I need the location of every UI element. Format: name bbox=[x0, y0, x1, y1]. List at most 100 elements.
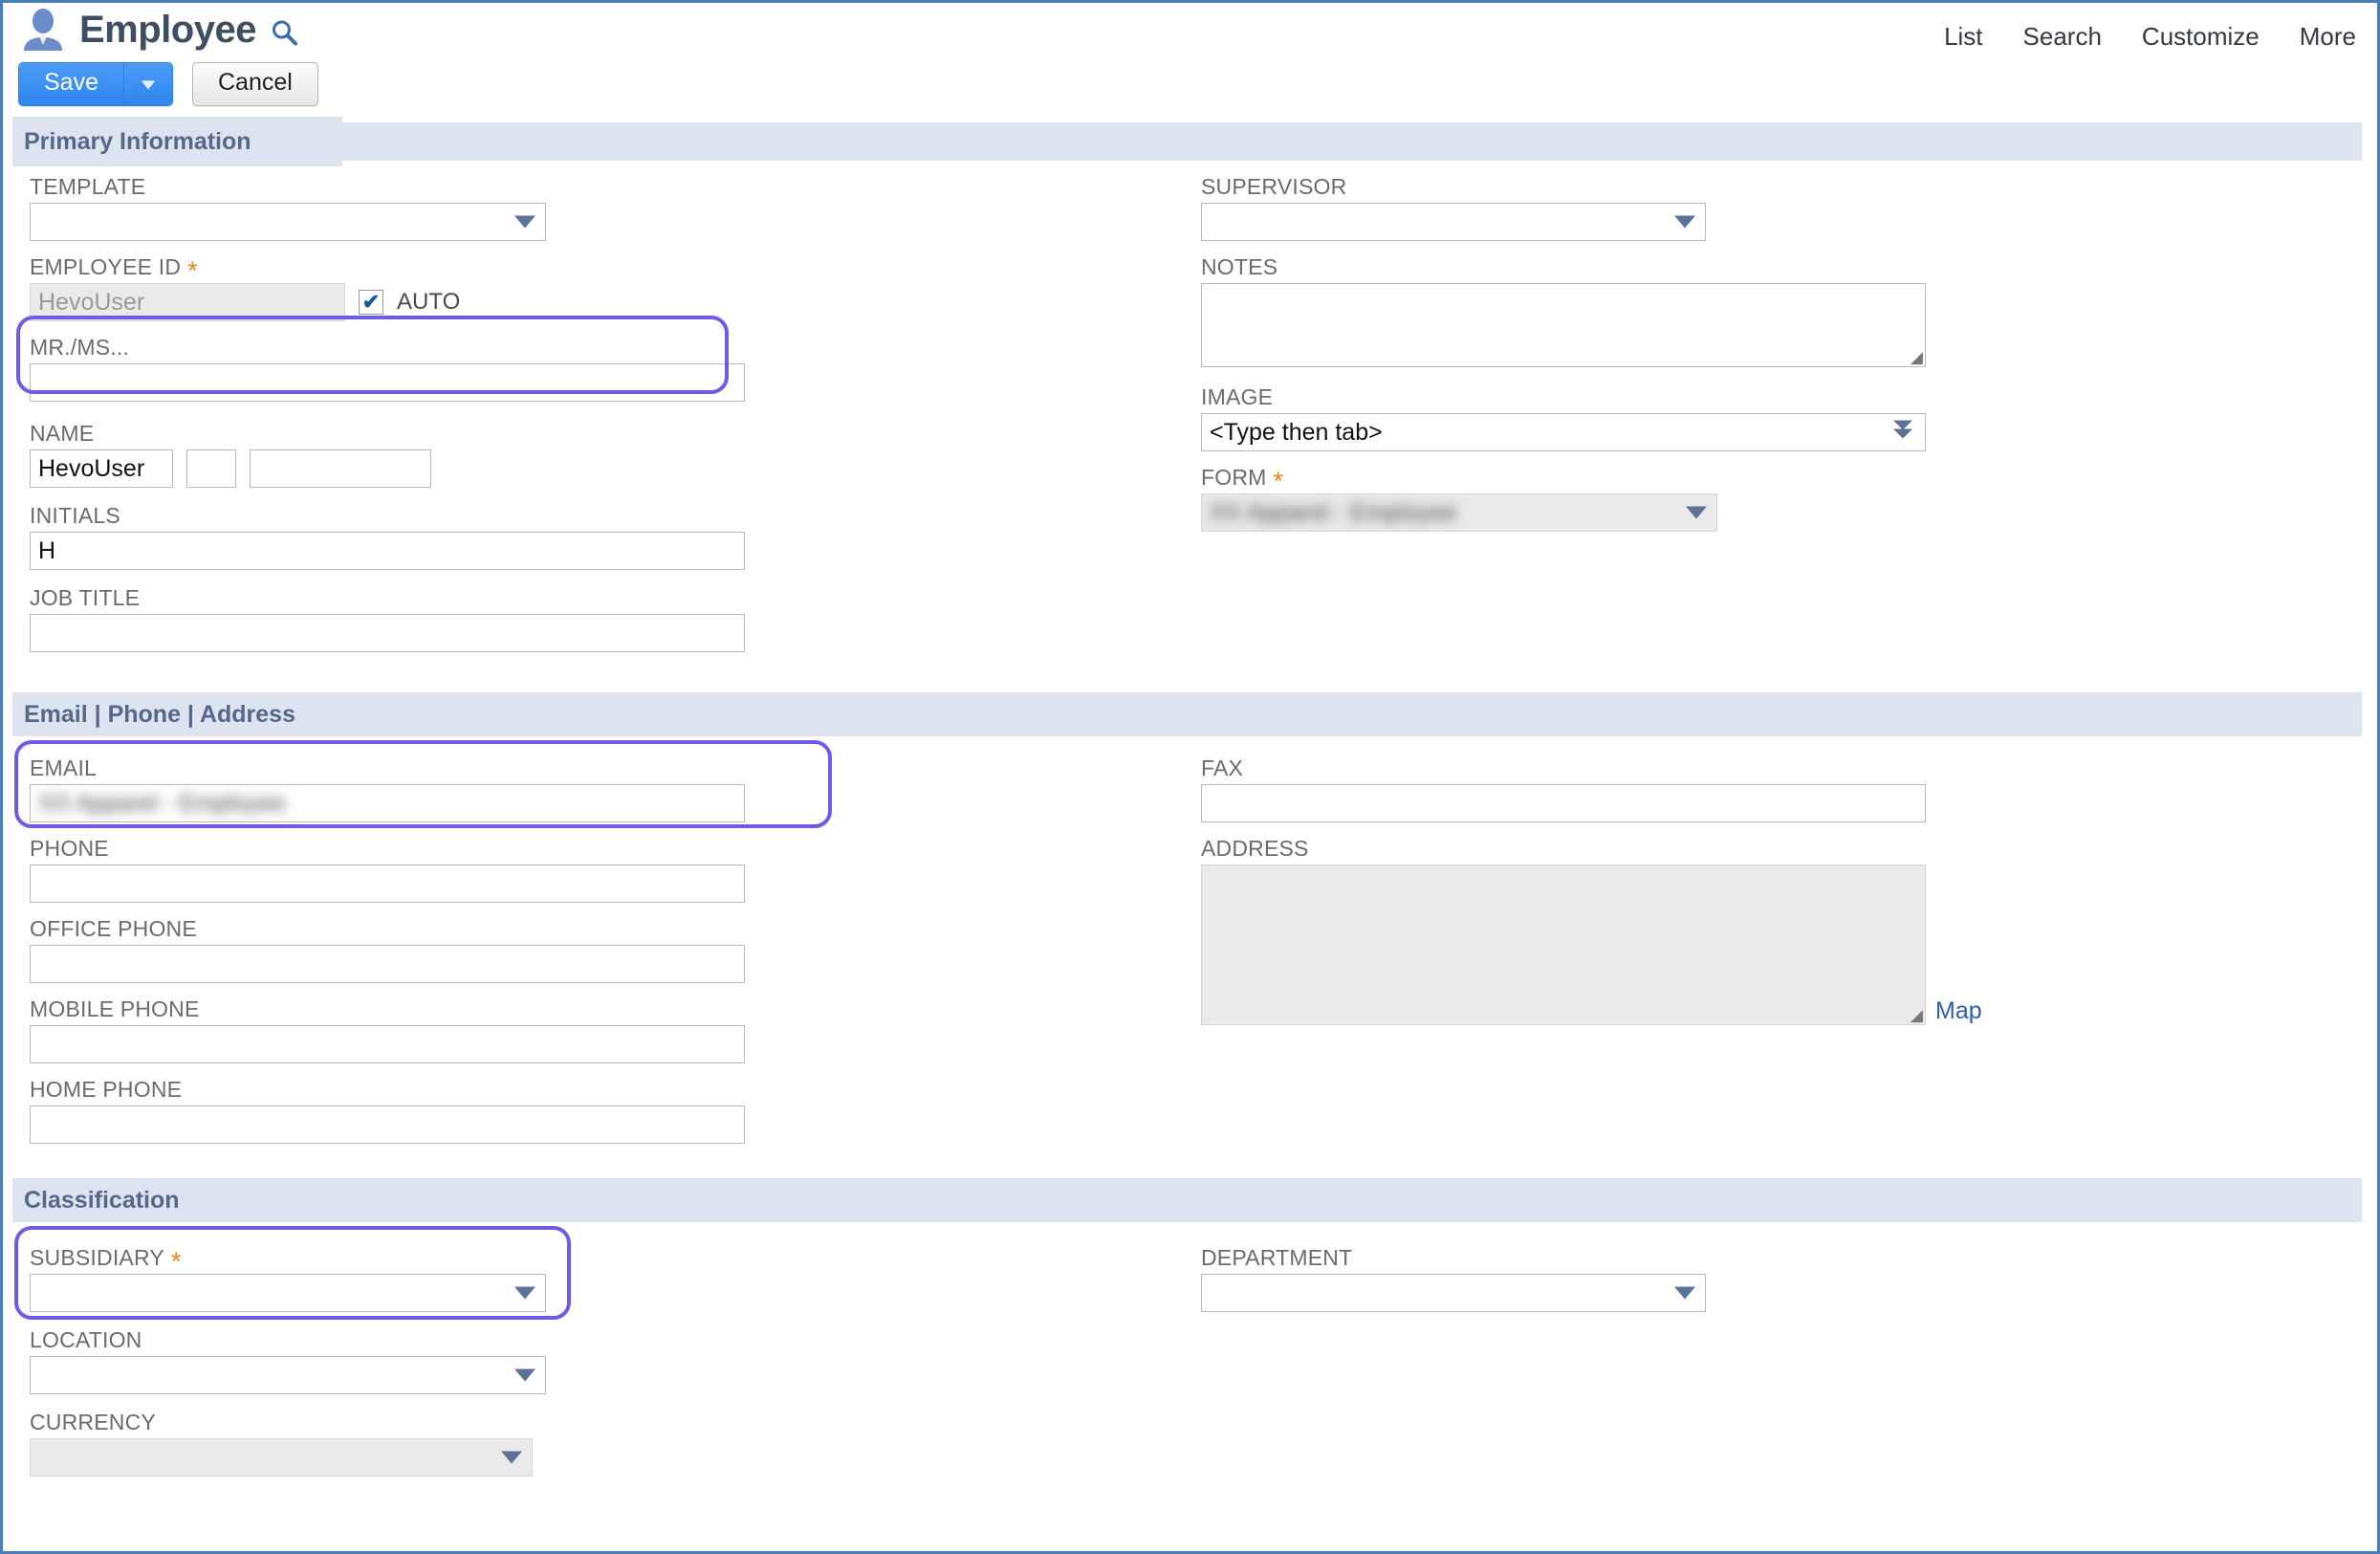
classification-left-column: SUBSIDIARY * LOCATION CURRENCY bbox=[3, 1222, 1189, 1490]
employee-id-field: EMPLOYEE ID * HevoUser ✔ AUTO bbox=[30, 254, 1189, 321]
classification-band: Classification bbox=[12, 1178, 2362, 1222]
department-field: DEPARTMENT bbox=[1201, 1245, 2336, 1312]
contact-band: Email | Phone | Address bbox=[12, 692, 2362, 736]
phone-input[interactable] bbox=[30, 865, 745, 903]
name-label: NAME bbox=[30, 421, 95, 446]
search-icon[interactable] bbox=[270, 18, 298, 47]
notes-textarea[interactable]: ◢ bbox=[1201, 283, 1926, 367]
name-first-input[interactable]: HevoUser bbox=[30, 449, 173, 488]
home-phone-label: HOME PHONE bbox=[30, 1077, 183, 1102]
mobile-phone-label: MOBILE PHONE bbox=[30, 996, 200, 1021]
name-first-value: HevoUser bbox=[38, 454, 145, 482]
name-middle-input[interactable] bbox=[186, 449, 236, 488]
mobile-phone-input[interactable] bbox=[30, 1025, 745, 1063]
currency-label: CURRENCY bbox=[30, 1410, 156, 1434]
subsidiary-label: SUBSIDIARY * bbox=[30, 1245, 182, 1277]
mr-ms-label: MR./MS... bbox=[30, 335, 130, 360]
primary-information-section-header: Primary Information bbox=[3, 117, 2377, 166]
template-select[interactable] bbox=[30, 203, 546, 241]
fax-label: FAX bbox=[1201, 755, 1244, 780]
map-link[interactable]: Map bbox=[1935, 997, 1982, 1025]
name-last-input[interactable] bbox=[250, 449, 431, 488]
nav-item-list[interactable]: List bbox=[1944, 22, 1982, 52]
image-input[interactable]: <Type then tab> bbox=[1201, 413, 1926, 451]
primary-information-title: Primary Information bbox=[24, 127, 251, 155]
employee-record-page: Employee Save Cancel List Search Customi… bbox=[0, 0, 2380, 1554]
name-field: NAME HevoUser bbox=[30, 421, 1189, 488]
form-select: XX Apparel - Employee bbox=[1201, 493, 1717, 532]
action-button-row: Save Cancel bbox=[18, 62, 318, 106]
classification-right-column: DEPARTMENT bbox=[1189, 1222, 2336, 1490]
nav-item-search[interactable]: Search bbox=[2023, 22, 2102, 52]
contact-section-body: EMAIL XX Apparel - Employee PHONE OFFICE… bbox=[3, 736, 2377, 1157]
currency-select bbox=[30, 1438, 533, 1477]
resize-handle-icon[interactable]: ◢ bbox=[1908, 1007, 1923, 1023]
fax-field: FAX bbox=[1201, 755, 2336, 822]
save-button[interactable]: Save bbox=[19, 63, 124, 105]
auto-checkbox[interactable]: ✔ bbox=[359, 290, 383, 315]
employee-id-row: HevoUser ✔ AUTO bbox=[30, 283, 1189, 321]
checkmark-icon: ✔ bbox=[361, 290, 381, 314]
form-field: FORM * XX Apparel - Employee bbox=[1201, 465, 2336, 532]
department-select[interactable] bbox=[1201, 1274, 1706, 1312]
primary-information-tab[interactable]: Primary Information bbox=[12, 117, 342, 166]
auto-checkbox-label: AUTO bbox=[397, 289, 461, 315]
chevron-down-icon bbox=[514, 1286, 535, 1300]
required-asterisk-icon: * bbox=[1273, 467, 1284, 496]
chevron-down-icon bbox=[1674, 215, 1695, 229]
primary-left-column: TEMPLATE EMPLOYEE ID * HevoUser ✔ AUTO M… bbox=[3, 161, 1189, 666]
nav-item-customize[interactable]: Customize bbox=[2142, 22, 2260, 52]
location-select[interactable] bbox=[30, 1356, 546, 1394]
person-avatar-icon bbox=[20, 7, 66, 53]
resize-handle-icon[interactable]: ◢ bbox=[1908, 349, 1923, 365]
employee-id-input: HevoUser bbox=[30, 283, 345, 321]
home-phone-input[interactable] bbox=[30, 1105, 745, 1144]
contact-left-column: EMAIL XX Apparel - Employee PHONE OFFICE… bbox=[3, 736, 1189, 1157]
chevron-down-icon bbox=[1686, 506, 1707, 519]
double-chevron-down-icon bbox=[1890, 417, 1915, 449]
department-label: DEPARTMENT bbox=[1201, 1245, 1353, 1270]
mr-ms-input[interactable] bbox=[30, 363, 745, 402]
phone-field: PHONE bbox=[30, 836, 1189, 903]
address-textarea[interactable]: ◢ bbox=[1201, 865, 1926, 1025]
contact-section-header: Email | Phone | Address bbox=[3, 692, 2377, 736]
chevron-down-icon bbox=[1674, 1286, 1695, 1300]
image-label: IMAGE bbox=[1201, 384, 1274, 409]
cancel-button[interactable]: Cancel bbox=[191, 62, 318, 106]
address-row: ◢ Map bbox=[1201, 865, 2336, 1025]
job-title-input[interactable] bbox=[30, 614, 745, 652]
chevron-down-icon bbox=[514, 215, 535, 229]
chevron-down-icon bbox=[501, 1451, 522, 1464]
contact-right-column: FAX ADDRESS ◢ Map bbox=[1189, 736, 2336, 1157]
image-field: IMAGE <Type then tab> bbox=[1201, 384, 2336, 451]
home-phone-field: HOME PHONE bbox=[30, 1077, 1189, 1144]
subsidiary-select[interactable] bbox=[30, 1274, 546, 1312]
address-field: ADDRESS ◢ Map bbox=[1201, 836, 2336, 1025]
mobile-phone-field: MOBILE PHONE bbox=[30, 996, 1189, 1063]
form-value-redacted: XX Apparel - Employee bbox=[1210, 498, 1457, 526]
mr-ms-field: MR./MS... bbox=[30, 335, 1189, 402]
supervisor-select[interactable] bbox=[1201, 203, 1706, 241]
nav-item-more[interactable]: More bbox=[2300, 22, 2356, 52]
supervisor-label: SUPERVISOR bbox=[1201, 174, 1347, 199]
currency-field: CURRENCY bbox=[30, 1410, 1189, 1477]
location-field: LOCATION bbox=[30, 1327, 1189, 1394]
office-phone-label: OFFICE PHONE bbox=[30, 916, 197, 941]
initials-value: H bbox=[38, 536, 56, 564]
form-label: FORM * bbox=[1201, 465, 1284, 496]
phone-label: PHONE bbox=[30, 836, 109, 861]
email-input[interactable]: XX Apparel - Employee bbox=[30, 784, 745, 822]
office-phone-input[interactable] bbox=[30, 945, 745, 983]
image-value: <Type then tab> bbox=[1210, 418, 1383, 446]
initials-input[interactable]: H bbox=[30, 532, 745, 570]
notes-label: NOTES bbox=[1201, 254, 1278, 279]
page-title: Employee bbox=[79, 9, 256, 51]
fax-input[interactable] bbox=[1201, 784, 1926, 822]
save-dropdown-caret-icon[interactable] bbox=[123, 63, 172, 105]
classification-section-title: Classification bbox=[24, 1186, 180, 1214]
primary-information-body: TEMPLATE EMPLOYEE ID * HevoUser ✔ AUTO M… bbox=[3, 161, 2377, 666]
employee-id-label: EMPLOYEE ID * bbox=[30, 254, 198, 286]
name-inputs-row: HevoUser bbox=[30, 449, 1189, 488]
location-label: LOCATION bbox=[30, 1327, 142, 1352]
top-navigation: List Search Customize More bbox=[1944, 22, 2356, 52]
